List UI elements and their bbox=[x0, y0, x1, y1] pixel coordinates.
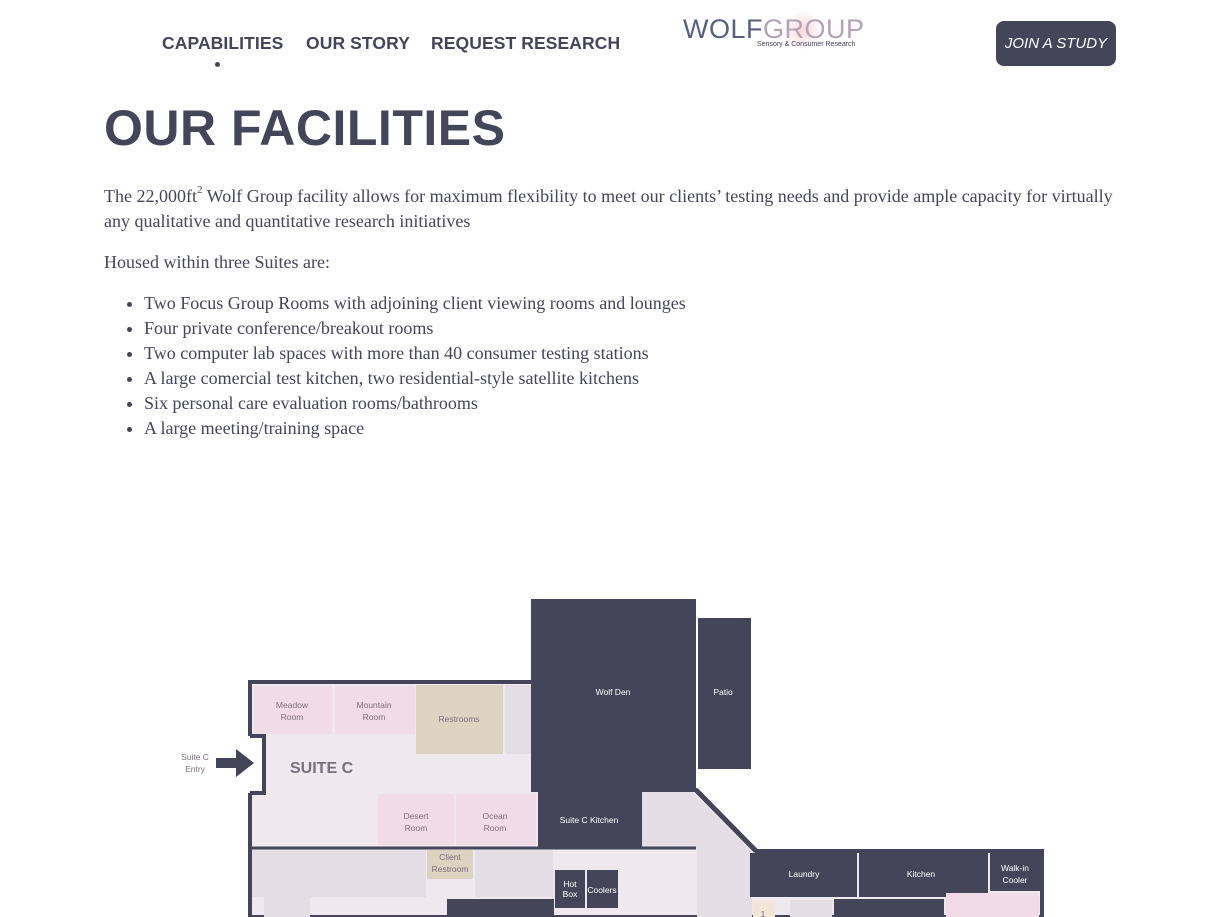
intro-paragraph: The 22,000ft2 Wolf Group facility allows… bbox=[104, 184, 1114, 234]
room-one-label: 1 bbox=[761, 909, 766, 917]
client-restroom-label-1: Client bbox=[439, 852, 461, 862]
logo-word-group: GROUP bbox=[763, 14, 865, 44]
logo-word-wolf: WOLF bbox=[683, 14, 763, 44]
client-restroom-label-2: Restroom bbox=[432, 864, 469, 874]
list-item: Six personal care evaluation rooms/bathr… bbox=[144, 391, 686, 416]
lower-light-block bbox=[475, 850, 553, 897]
join-a-study-button[interactable]: JOIN A STUDY bbox=[996, 21, 1116, 66]
nav-our-story[interactable]: OUR STORY bbox=[306, 33, 410, 54]
entry-label-line1: Suite C bbox=[181, 752, 209, 762]
list-item: Two Focus Group Rooms with adjoining cli… bbox=[144, 291, 686, 316]
ocean-label-2: Room bbox=[484, 823, 507, 833]
lower-wall-band bbox=[252, 848, 426, 897]
desert-label-1: Desert bbox=[403, 811, 429, 821]
suites-list: Two Focus Group Rooms with adjoining cli… bbox=[104, 291, 686, 441]
laundry-label: Laundry bbox=[789, 869, 820, 879]
meadow-label-2: Room bbox=[281, 712, 304, 722]
lower-left-bump bbox=[264, 897, 310, 917]
walk-in-label-1: Walk-in bbox=[1001, 863, 1029, 873]
hot-box-label-1: Hot bbox=[563, 879, 577, 889]
walk-in-label-2: Cooler bbox=[1002, 875, 1027, 885]
desert-label-2: Room bbox=[405, 823, 428, 833]
nav-capabilities[interactable]: CAPABILITIES bbox=[162, 33, 283, 54]
wolfgroup-logo[interactable]: WOLFGROUP Sensory & Consumer Research bbox=[683, 10, 864, 54]
wolf-den-label: Wolf Den bbox=[596, 687, 631, 697]
list-item: A large meeting/training space bbox=[144, 416, 686, 441]
nav-request-research[interactable]: REQUEST RESEARCH bbox=[431, 33, 620, 54]
list-item: Four private conference/breakout rooms bbox=[144, 316, 686, 341]
mountain-room bbox=[335, 686, 415, 734]
right-dark-room bbox=[834, 899, 944, 917]
right-light-room bbox=[790, 900, 832, 917]
floor-plan: Suite C Entry SUITE C Meadow Room Mounta… bbox=[181, 599, 1044, 917]
ocean-label-1: Ocean bbox=[482, 811, 507, 821]
right-pink-room bbox=[946, 893, 1039, 917]
meadow-room bbox=[254, 686, 332, 734]
kitchen-label: Kitchen bbox=[907, 869, 936, 879]
corridor-room bbox=[505, 685, 531, 754]
logo-tagline: Sensory & Consumer Research bbox=[757, 41, 856, 48]
intro-text-pre: The 22,000ft bbox=[104, 186, 197, 206]
mountain-label-1: Mountain bbox=[357, 700, 392, 710]
list-item: A large comercial test kitchen, two resi… bbox=[144, 366, 686, 391]
intro-text-post: Wolf Group facility allows for maximum f… bbox=[104, 186, 1113, 231]
intro-superscript: 2 bbox=[196, 184, 203, 196]
mountain-label-2: Room bbox=[363, 712, 386, 722]
patio-label: Patio bbox=[713, 687, 733, 697]
lower-dark-block bbox=[447, 899, 554, 917]
logo-wordmark: WOLFGROUP bbox=[683, 16, 865, 43]
meadow-label-1: Meadow bbox=[276, 700, 309, 710]
list-item: Two computer lab spaces with more than 4… bbox=[144, 341, 686, 366]
housed-text: Housed within three Suites are: bbox=[104, 252, 330, 272]
restrooms-label: Restrooms bbox=[438, 714, 479, 724]
suite-c-label: SUITE C bbox=[290, 760, 354, 777]
page-title: OUR FACILITIES bbox=[104, 100, 506, 156]
coolers-label: Coolers bbox=[587, 885, 616, 895]
active-nav-indicator bbox=[215, 62, 220, 67]
entry-label-line2: Entry bbox=[185, 764, 206, 774]
hot-box-label-2: Box bbox=[563, 889, 578, 899]
suite-c-kitchen-label: Suite C Kitchen bbox=[560, 815, 619, 825]
